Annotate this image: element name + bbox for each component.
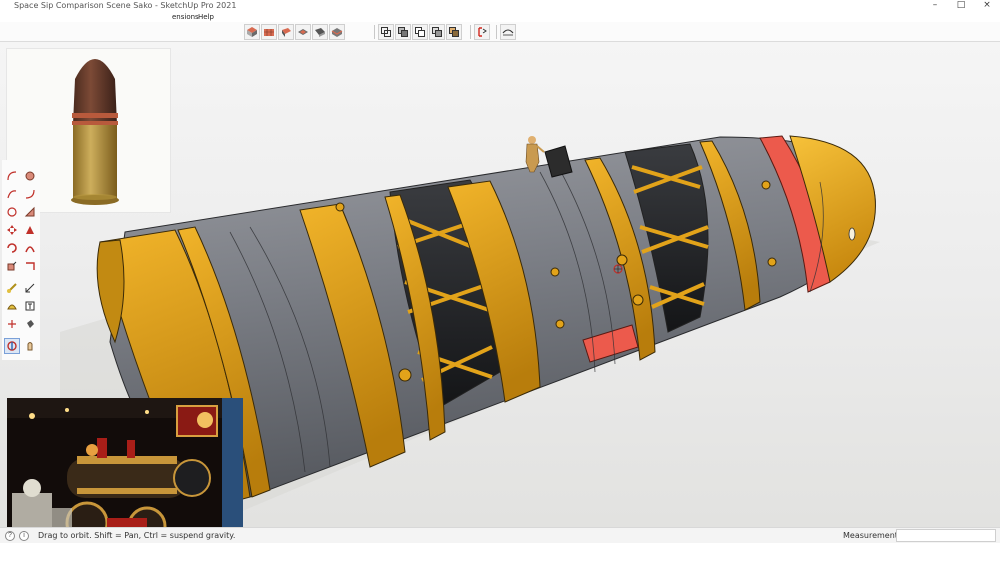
circle-icon[interactable]: [22, 168, 38, 184]
dimension-icon[interactable]: [22, 280, 38, 296]
offset-icon[interactable]: [22, 258, 38, 274]
hidden-line-icon[interactable]: [412, 24, 428, 40]
camera-views-group: [244, 24, 345, 40]
section-group: [474, 24, 490, 40]
close-button[interactable]: ×: [974, 0, 1000, 12]
drawing-viewport[interactable]: [0, 42, 1000, 527]
iso-view-icon[interactable]: [244, 24, 260, 40]
measurements-label: Measurements: [843, 531, 903, 540]
back-view-icon[interactable]: [312, 24, 328, 40]
menu-help[interactable]: Help: [198, 12, 214, 22]
front-view-icon[interactable]: [278, 24, 294, 40]
arc2-icon[interactable]: [22, 186, 38, 202]
left-tool-palette: [2, 160, 40, 360]
axes-icon[interactable]: [4, 316, 20, 332]
section-plane-icon[interactable]: [474, 24, 490, 40]
toolbar-separator: [496, 25, 497, 39]
title-bar: Space Sip Comparison Scene Sako - Sketch…: [0, 0, 1000, 12]
arc-icon[interactable]: [4, 168, 20, 184]
protractor-icon[interactable]: [4, 298, 20, 314]
orbit-icon[interactable]: [4, 338, 20, 354]
paint-bucket-icon[interactable]: [22, 316, 38, 332]
face-style-group: [378, 24, 462, 40]
status-hint: Drag to orbit. Shift = Pan, Ctrl = suspe…: [38, 531, 236, 540]
rotate-icon[interactable]: [4, 240, 20, 256]
section-cut-icon[interactable]: [500, 24, 516, 40]
textured-icon[interactable]: [446, 24, 462, 40]
scale-icon[interactable]: [4, 258, 20, 274]
measurements-input[interactable]: [896, 529, 996, 542]
toolbar-separator: [470, 25, 471, 39]
orbit-cursor: [613, 264, 623, 274]
top-view-icon[interactable]: [261, 24, 277, 40]
text-icon[interactable]: [22, 298, 38, 314]
move-icon[interactable]: [4, 222, 20, 238]
pan-icon[interactable]: [22, 338, 38, 354]
right-view-icon[interactable]: [295, 24, 311, 40]
toolbar-separator: [374, 25, 375, 39]
shaded-icon[interactable]: [429, 24, 445, 40]
tape-measure-icon[interactable]: [4, 280, 20, 296]
follow-me-icon[interactable]: [22, 240, 38, 256]
status-bar: ? i Drag to orbit. Shift = Pan, Ctrl = s…: [0, 527, 1000, 543]
freehand-icon[interactable]: [4, 186, 20, 202]
pie-icon[interactable]: [22, 204, 38, 220]
push-pull-icon[interactable]: [22, 222, 38, 238]
views-toolbar: [0, 22, 1000, 42]
rotated-rect-icon[interactable]: [4, 204, 20, 220]
locomotive-reference-image: [7, 398, 243, 527]
wireframe-icon[interactable]: [395, 24, 411, 40]
bottom-strip: [0, 543, 1000, 563]
menu-bar: ensions Help: [0, 12, 1000, 22]
xray-icon[interactable]: [378, 24, 394, 40]
window-title: Space Sip Comparison Scene Sako - Sketch…: [14, 1, 237, 10]
sandbox-group: [500, 24, 516, 40]
maximize-button[interactable]: □: [948, 0, 974, 12]
menu-extensions[interactable]: ensions: [172, 12, 199, 22]
minimize-button[interactable]: –: [922, 0, 948, 12]
info-icon[interactable]: ?: [5, 531, 15, 541]
left-view-icon[interactable]: [329, 24, 345, 40]
window-controls: – □ ×: [922, 0, 1000, 12]
geolocation-icon[interactable]: i: [19, 531, 29, 541]
